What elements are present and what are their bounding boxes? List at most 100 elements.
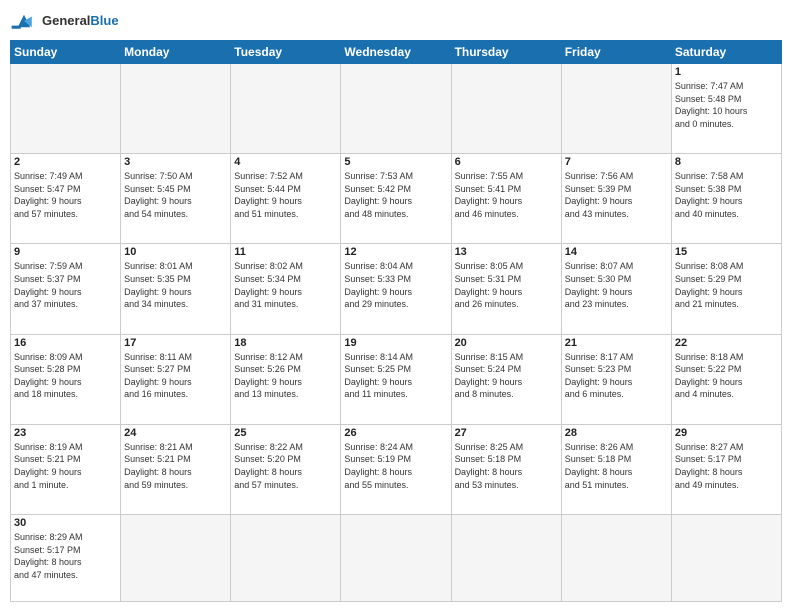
day-info: Sunrise: 7:53 AM Sunset: 5:42 PM Dayligh… bbox=[344, 170, 447, 220]
calendar-cell: 28 Sunrise: 8:26 AM Sunset: 5:18 PM Dayli… bbox=[561, 424, 671, 514]
calendar-cell bbox=[121, 515, 231, 602]
weekday-header-tuesday: Tuesday bbox=[231, 41, 341, 64]
calendar-cell: 8Sunrise: 7:58 AM Sunset: 5:38 PM Daylig… bbox=[671, 154, 781, 244]
calendar-cell: 18Sunrise: 8:12 AM Sunset: 5:26 PM Dayli… bbox=[231, 334, 341, 424]
weekday-header-wednesday: Wednesday bbox=[341, 41, 451, 64]
day-info: Sunrise: 8:11 AM Sunset: 5:27 PM Dayligh… bbox=[124, 351, 227, 401]
calendar-cell: 12 Sunrise: 8:04 AM Sunset: 5:33 PM Dayli… bbox=[341, 244, 451, 334]
calendar-cell bbox=[231, 64, 341, 154]
day-number: 21 bbox=[565, 337, 668, 349]
calendar-cell: 9 Sunrise: 7:59 AM Sunset: 5:37 PM Daylig… bbox=[11, 244, 121, 334]
day-number: 30 bbox=[14, 517, 117, 529]
weekday-header-friday: Friday bbox=[561, 41, 671, 64]
weekday-header-saturday: Saturday bbox=[671, 41, 781, 64]
calendar-cell: 22Sunrise: 8:18 AM Sunset: 5:22 PM Dayli… bbox=[671, 334, 781, 424]
calendar-cell bbox=[451, 64, 561, 154]
calendar-cell: 26 Sunrise: 8:24 AM Sunset: 5:19 PM Dayli… bbox=[341, 424, 451, 514]
calendar-cell: 14 Sunrise: 8:07 AM Sunset: 5:30 PM Dayli… bbox=[561, 244, 671, 334]
day-number: 12 bbox=[344, 246, 447, 258]
day-info: Sunrise: 8:21 AM Sunset: 5:21 PM Dayligh… bbox=[124, 441, 227, 491]
day-info: Sunrise: 8:04 AM Sunset: 5:33 PM Dayligh… bbox=[344, 260, 447, 310]
day-info: Sunrise: 8:29 AM Sunset: 5:17 PM Dayligh… bbox=[14, 531, 117, 581]
day-info: Sunrise: 8:17 AM Sunset: 5:23 PM Dayligh… bbox=[565, 351, 668, 401]
calendar-week-2: 2 Sunrise: 7:49 AM Sunset: 5:47 PM Daylig… bbox=[11, 154, 782, 244]
weekday-header-monday: Monday bbox=[121, 41, 231, 64]
day-info: Sunrise: 8:05 AM Sunset: 5:31 PM Dayligh… bbox=[455, 260, 558, 310]
calendar-cell: 5Sunrise: 7:53 AM Sunset: 5:42 PM Daylig… bbox=[341, 154, 451, 244]
calendar-cell: 13 Sunrise: 8:05 AM Sunset: 5:31 PM Dayli… bbox=[451, 244, 561, 334]
calendar-week-3: 9 Sunrise: 7:59 AM Sunset: 5:37 PM Daylig… bbox=[11, 244, 782, 334]
calendar-cell: 2 Sunrise: 7:49 AM Sunset: 5:47 PM Daylig… bbox=[11, 154, 121, 244]
day-info: Sunrise: 7:47 AM Sunset: 5:48 PM Dayligh… bbox=[675, 80, 778, 130]
calendar-cell: 30 Sunrise: 8:29 AM Sunset: 5:17 PM Dayli… bbox=[11, 515, 121, 602]
day-number: 14 bbox=[565, 246, 668, 258]
calendar-week-6: 30 Sunrise: 8:29 AM Sunset: 5:17 PM Dayli… bbox=[11, 515, 782, 602]
day-number: 13 bbox=[455, 246, 558, 258]
day-info: Sunrise: 8:14 AM Sunset: 5:25 PM Dayligh… bbox=[344, 351, 447, 401]
day-info: Sunrise: 8:25 AM Sunset: 5:18 PM Dayligh… bbox=[455, 441, 558, 491]
weekday-header-thursday: Thursday bbox=[451, 41, 561, 64]
day-info: Sunrise: 8:01 AM Sunset: 5:35 PM Dayligh… bbox=[124, 260, 227, 310]
day-number: 11 bbox=[234, 246, 337, 258]
calendar-cell: 7Sunrise: 7:56 AM Sunset: 5:39 PM Daylig… bbox=[561, 154, 671, 244]
calendar-cell: 11 Sunrise: 8:02 AM Sunset: 5:34 PM Dayli… bbox=[231, 244, 341, 334]
day-info: Sunrise: 7:52 AM Sunset: 5:44 PM Dayligh… bbox=[234, 170, 337, 220]
day-number: 24 bbox=[124, 427, 227, 439]
day-number: 9 bbox=[14, 246, 117, 258]
day-info: Sunrise: 8:24 AM Sunset: 5:19 PM Dayligh… bbox=[344, 441, 447, 491]
calendar-cell bbox=[11, 64, 121, 154]
calendar-cell bbox=[341, 515, 451, 602]
logo-icon bbox=[10, 10, 38, 32]
day-info: Sunrise: 7:59 AM Sunset: 5:37 PM Dayligh… bbox=[14, 260, 117, 310]
day-info: Sunrise: 8:18 AM Sunset: 5:22 PM Dayligh… bbox=[675, 351, 778, 401]
calendar-cell: 27 Sunrise: 8:25 AM Sunset: 5:18 PM Dayli… bbox=[451, 424, 561, 514]
day-info: Sunrise: 8:22 AM Sunset: 5:20 PM Dayligh… bbox=[234, 441, 337, 491]
day-number: 3 bbox=[124, 156, 227, 168]
calendar-cell: 17 Sunrise: 8:11 AM Sunset: 5:27 PM Dayli… bbox=[121, 334, 231, 424]
calendar-cell: 23 Sunrise: 8:19 AM Sunset: 5:21 PM Dayli… bbox=[11, 424, 121, 514]
calendar-cell: 20Sunrise: 8:15 AM Sunset: 5:24 PM Dayli… bbox=[451, 334, 561, 424]
day-info: Sunrise: 8:26 AM Sunset: 5:18 PM Dayligh… bbox=[565, 441, 668, 491]
day-info: Sunrise: 8:09 AM Sunset: 5:28 PM Dayligh… bbox=[14, 351, 117, 401]
day-number: 20 bbox=[455, 337, 558, 349]
calendar-cell: 16Sunrise: 8:09 AM Sunset: 5:28 PM Dayli… bbox=[11, 334, 121, 424]
calendar-cell bbox=[561, 64, 671, 154]
day-info: Sunrise: 8:12 AM Sunset: 5:26 PM Dayligh… bbox=[234, 351, 337, 401]
day-number: 15 bbox=[675, 246, 778, 258]
calendar-cell bbox=[231, 515, 341, 602]
calendar-cell bbox=[561, 515, 671, 602]
calendar-table: SundayMondayTuesdayWednesdayThursdayFrid… bbox=[10, 40, 782, 602]
calendar-week-4: 16Sunrise: 8:09 AM Sunset: 5:28 PM Dayli… bbox=[11, 334, 782, 424]
day-info: Sunrise: 7:55 AM Sunset: 5:41 PM Dayligh… bbox=[455, 170, 558, 220]
logo-text: GeneralBlue bbox=[42, 12, 119, 30]
calendar-cell: 4 Sunrise: 7:52 AM Sunset: 5:44 PM Daylig… bbox=[231, 154, 341, 244]
calendar-cell bbox=[451, 515, 561, 602]
day-number: 2 bbox=[14, 156, 117, 168]
day-number: 17 bbox=[124, 337, 227, 349]
day-number: 23 bbox=[14, 427, 117, 439]
day-number: 1 bbox=[675, 66, 778, 78]
day-number: 8 bbox=[675, 156, 778, 168]
calendar-cell: 10 Sunrise: 8:01 AM Sunset: 5:35 PM Dayli… bbox=[121, 244, 231, 334]
day-info: Sunrise: 8:19 AM Sunset: 5:21 PM Dayligh… bbox=[14, 441, 117, 491]
header: GeneralBlue bbox=[10, 10, 782, 32]
page: GeneralBlue SundayMondayTuesdayWednesday… bbox=[0, 0, 792, 612]
day-number: 26 bbox=[344, 427, 447, 439]
day-number: 27 bbox=[455, 427, 558, 439]
day-info: Sunrise: 7:49 AM Sunset: 5:47 PM Dayligh… bbox=[14, 170, 117, 220]
calendar-cell bbox=[341, 64, 451, 154]
calendar-week-5: 23 Sunrise: 8:19 AM Sunset: 5:21 PM Dayli… bbox=[11, 424, 782, 514]
day-info: Sunrise: 8:27 AM Sunset: 5:17 PM Dayligh… bbox=[675, 441, 778, 491]
day-number: 28 bbox=[565, 427, 668, 439]
day-info: Sunrise: 8:07 AM Sunset: 5:30 PM Dayligh… bbox=[565, 260, 668, 310]
day-number: 6 bbox=[455, 156, 558, 168]
weekday-header-sunday: Sunday bbox=[11, 41, 121, 64]
day-number: 10 bbox=[124, 246, 227, 258]
day-number: 25 bbox=[234, 427, 337, 439]
calendar-cell: 25 Sunrise: 8:22 AM Sunset: 5:20 PM Dayli… bbox=[231, 424, 341, 514]
day-info: Sunrise: 8:02 AM Sunset: 5:34 PM Dayligh… bbox=[234, 260, 337, 310]
calendar-week-1: 1 Sunrise: 7:47 AM Sunset: 5:48 PM Daylig… bbox=[11, 64, 782, 154]
weekday-header-row: SundayMondayTuesdayWednesdayThursdayFrid… bbox=[11, 41, 782, 64]
day-number: 29 bbox=[675, 427, 778, 439]
day-number: 4 bbox=[234, 156, 337, 168]
